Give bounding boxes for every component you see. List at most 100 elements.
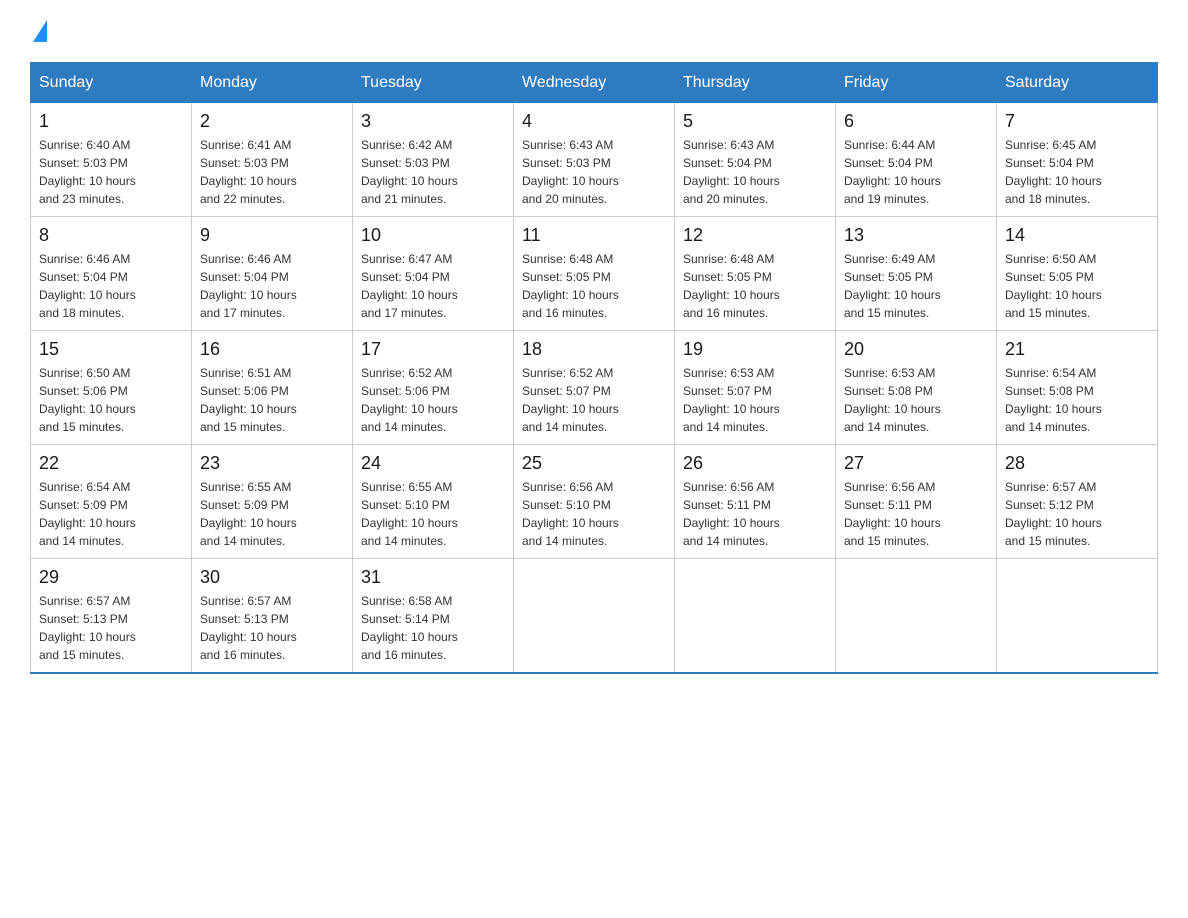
day-number: 7	[1005, 111, 1149, 132]
day-number: 13	[844, 225, 988, 246]
calendar-cell: 17 Sunrise: 6:52 AM Sunset: 5:06 PM Dayl…	[353, 331, 514, 445]
day-info: Sunrise: 6:43 AM Sunset: 5:03 PM Dayligh…	[522, 136, 666, 208]
calendar-week-row: 8 Sunrise: 6:46 AM Sunset: 5:04 PM Dayli…	[31, 217, 1158, 331]
day-number: 14	[1005, 225, 1149, 246]
day-number: 16	[200, 339, 344, 360]
calendar-cell: 26 Sunrise: 6:56 AM Sunset: 5:11 PM Dayl…	[675, 445, 836, 559]
day-info: Sunrise: 6:53 AM Sunset: 5:07 PM Dayligh…	[683, 364, 827, 436]
day-number: 21	[1005, 339, 1149, 360]
day-info: Sunrise: 6:48 AM Sunset: 5:05 PM Dayligh…	[683, 250, 827, 322]
day-number: 26	[683, 453, 827, 474]
day-info: Sunrise: 6:48 AM Sunset: 5:05 PM Dayligh…	[522, 250, 666, 322]
day-number: 19	[683, 339, 827, 360]
weekday-header-wednesday: Wednesday	[514, 63, 675, 103]
day-info: Sunrise: 6:43 AM Sunset: 5:04 PM Dayligh…	[683, 136, 827, 208]
weekday-header-row: SundayMondayTuesdayWednesdayThursdayFrid…	[31, 63, 1158, 103]
day-number: 17	[361, 339, 505, 360]
day-info: Sunrise: 6:47 AM Sunset: 5:04 PM Dayligh…	[361, 250, 505, 322]
day-number: 2	[200, 111, 344, 132]
calendar-cell: 8 Sunrise: 6:46 AM Sunset: 5:04 PM Dayli…	[31, 217, 192, 331]
day-info: Sunrise: 6:46 AM Sunset: 5:04 PM Dayligh…	[200, 250, 344, 322]
day-number: 20	[844, 339, 988, 360]
day-number: 3	[361, 111, 505, 132]
day-info: Sunrise: 6:51 AM Sunset: 5:06 PM Dayligh…	[200, 364, 344, 436]
logo	[30, 20, 50, 42]
calendar-cell	[675, 559, 836, 674]
calendar-cell: 29 Sunrise: 6:57 AM Sunset: 5:13 PM Dayl…	[31, 559, 192, 674]
calendar-cell: 14 Sunrise: 6:50 AM Sunset: 5:05 PM Dayl…	[997, 217, 1158, 331]
calendar-cell: 9 Sunrise: 6:46 AM Sunset: 5:04 PM Dayli…	[192, 217, 353, 331]
calendar-cell: 13 Sunrise: 6:49 AM Sunset: 5:05 PM Dayl…	[836, 217, 997, 331]
day-info: Sunrise: 6:57 AM Sunset: 5:12 PM Dayligh…	[1005, 478, 1149, 550]
day-info: Sunrise: 6:54 AM Sunset: 5:09 PM Dayligh…	[39, 478, 183, 550]
day-info: Sunrise: 6:55 AM Sunset: 5:10 PM Dayligh…	[361, 478, 505, 550]
weekday-header-thursday: Thursday	[675, 63, 836, 103]
day-info: Sunrise: 6:41 AM Sunset: 5:03 PM Dayligh…	[200, 136, 344, 208]
day-info: Sunrise: 6:40 AM Sunset: 5:03 PM Dayligh…	[39, 136, 183, 208]
weekday-header-tuesday: Tuesday	[353, 63, 514, 103]
calendar-cell	[997, 559, 1158, 674]
calendar-cell: 12 Sunrise: 6:48 AM Sunset: 5:05 PM Dayl…	[675, 217, 836, 331]
calendar-cell: 10 Sunrise: 6:47 AM Sunset: 5:04 PM Dayl…	[353, 217, 514, 331]
day-number: 6	[844, 111, 988, 132]
calendar-cell: 5 Sunrise: 6:43 AM Sunset: 5:04 PM Dayli…	[675, 103, 836, 217]
calendar-week-row: 29 Sunrise: 6:57 AM Sunset: 5:13 PM Dayl…	[31, 559, 1158, 674]
day-info: Sunrise: 6:58 AM Sunset: 5:14 PM Dayligh…	[361, 592, 505, 664]
day-info: Sunrise: 6:44 AM Sunset: 5:04 PM Dayligh…	[844, 136, 988, 208]
day-number: 9	[200, 225, 344, 246]
weekday-header-saturday: Saturday	[997, 63, 1158, 103]
day-number: 12	[683, 225, 827, 246]
day-info: Sunrise: 6:56 AM Sunset: 5:11 PM Dayligh…	[844, 478, 988, 550]
day-info: Sunrise: 6:57 AM Sunset: 5:13 PM Dayligh…	[39, 592, 183, 664]
weekday-header-friday: Friday	[836, 63, 997, 103]
calendar-cell: 1 Sunrise: 6:40 AM Sunset: 5:03 PM Dayli…	[31, 103, 192, 217]
day-info: Sunrise: 6:53 AM Sunset: 5:08 PM Dayligh…	[844, 364, 988, 436]
calendar-cell: 11 Sunrise: 6:48 AM Sunset: 5:05 PM Dayl…	[514, 217, 675, 331]
calendar-cell: 2 Sunrise: 6:41 AM Sunset: 5:03 PM Dayli…	[192, 103, 353, 217]
calendar-cell: 7 Sunrise: 6:45 AM Sunset: 5:04 PM Dayli…	[997, 103, 1158, 217]
day-info: Sunrise: 6:50 AM Sunset: 5:05 PM Dayligh…	[1005, 250, 1149, 322]
calendar-cell: 4 Sunrise: 6:43 AM Sunset: 5:03 PM Dayli…	[514, 103, 675, 217]
day-number: 28	[1005, 453, 1149, 474]
day-number: 22	[39, 453, 183, 474]
day-number: 5	[683, 111, 827, 132]
calendar-table: SundayMondayTuesdayWednesdayThursdayFrid…	[30, 62, 1158, 674]
calendar-cell: 16 Sunrise: 6:51 AM Sunset: 5:06 PM Dayl…	[192, 331, 353, 445]
calendar-cell: 3 Sunrise: 6:42 AM Sunset: 5:03 PM Dayli…	[353, 103, 514, 217]
calendar-cell	[836, 559, 997, 674]
logo-triangle-icon	[33, 20, 47, 42]
calendar-cell: 30 Sunrise: 6:57 AM Sunset: 5:13 PM Dayl…	[192, 559, 353, 674]
day-info: Sunrise: 6:50 AM Sunset: 5:06 PM Dayligh…	[39, 364, 183, 436]
page-header	[30, 20, 1158, 42]
calendar-cell: 28 Sunrise: 6:57 AM Sunset: 5:12 PM Dayl…	[997, 445, 1158, 559]
calendar-cell: 15 Sunrise: 6:50 AM Sunset: 5:06 PM Dayl…	[31, 331, 192, 445]
day-info: Sunrise: 6:57 AM Sunset: 5:13 PM Dayligh…	[200, 592, 344, 664]
day-number: 1	[39, 111, 183, 132]
calendar-cell: 22 Sunrise: 6:54 AM Sunset: 5:09 PM Dayl…	[31, 445, 192, 559]
day-number: 29	[39, 567, 183, 588]
calendar-cell: 6 Sunrise: 6:44 AM Sunset: 5:04 PM Dayli…	[836, 103, 997, 217]
calendar-cell: 18 Sunrise: 6:52 AM Sunset: 5:07 PM Dayl…	[514, 331, 675, 445]
day-number: 10	[361, 225, 505, 246]
calendar-cell: 27 Sunrise: 6:56 AM Sunset: 5:11 PM Dayl…	[836, 445, 997, 559]
day-number: 11	[522, 225, 666, 246]
day-number: 18	[522, 339, 666, 360]
calendar-week-row: 15 Sunrise: 6:50 AM Sunset: 5:06 PM Dayl…	[31, 331, 1158, 445]
day-info: Sunrise: 6:45 AM Sunset: 5:04 PM Dayligh…	[1005, 136, 1149, 208]
day-info: Sunrise: 6:42 AM Sunset: 5:03 PM Dayligh…	[361, 136, 505, 208]
day-info: Sunrise: 6:56 AM Sunset: 5:10 PM Dayligh…	[522, 478, 666, 550]
day-info: Sunrise: 6:52 AM Sunset: 5:07 PM Dayligh…	[522, 364, 666, 436]
calendar-week-row: 1 Sunrise: 6:40 AM Sunset: 5:03 PM Dayli…	[31, 103, 1158, 217]
calendar-cell: 24 Sunrise: 6:55 AM Sunset: 5:10 PM Dayl…	[353, 445, 514, 559]
day-number: 15	[39, 339, 183, 360]
day-info: Sunrise: 6:54 AM Sunset: 5:08 PM Dayligh…	[1005, 364, 1149, 436]
day-info: Sunrise: 6:52 AM Sunset: 5:06 PM Dayligh…	[361, 364, 505, 436]
day-info: Sunrise: 6:56 AM Sunset: 5:11 PM Dayligh…	[683, 478, 827, 550]
weekday-header-monday: Monday	[192, 63, 353, 103]
day-info: Sunrise: 6:46 AM Sunset: 5:04 PM Dayligh…	[39, 250, 183, 322]
calendar-cell: 20 Sunrise: 6:53 AM Sunset: 5:08 PM Dayl…	[836, 331, 997, 445]
calendar-week-row: 22 Sunrise: 6:54 AM Sunset: 5:09 PM Dayl…	[31, 445, 1158, 559]
calendar-cell	[514, 559, 675, 674]
day-info: Sunrise: 6:55 AM Sunset: 5:09 PM Dayligh…	[200, 478, 344, 550]
calendar-cell: 31 Sunrise: 6:58 AM Sunset: 5:14 PM Dayl…	[353, 559, 514, 674]
